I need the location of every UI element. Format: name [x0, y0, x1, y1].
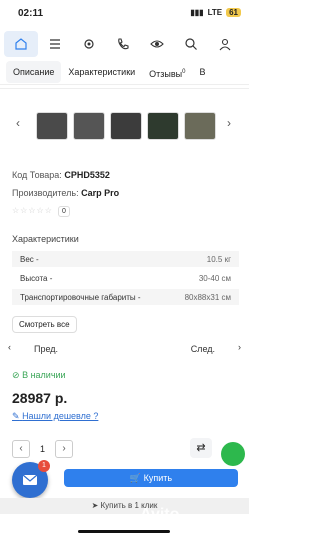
- chat-button[interactable]: [221, 442, 245, 466]
- gallery-thumbnail[interactable]: [184, 112, 216, 140]
- compare-icon: ⇄: [196, 442, 206, 454]
- spec-name: Транспортировочные габариты -: [20, 292, 141, 302]
- found-cheaper-label: Нашли дешевле ?: [22, 411, 99, 421]
- tab-label: Отзывы: [149, 69, 183, 79]
- tab-description[interactable]: Описание: [6, 61, 62, 83]
- menu-icon[interactable]: [38, 31, 72, 57]
- prev-link[interactable]: Пред.: [34, 344, 58, 354]
- tab-specs[interactable]: Характеристики: [61, 61, 142, 83]
- home-indicator: [78, 530, 170, 533]
- spec-row: Транспортировочные габариты - 80x88x31 с…: [12, 289, 239, 305]
- mail-icon: [22, 474, 38, 485]
- buy-label: Купить: [143, 473, 173, 483]
- plus-button[interactable]: ›: [55, 440, 74, 458]
- price: 28987 р.: [12, 390, 68, 406]
- product-pager: ‹ Пред. След. ›: [8, 340, 241, 360]
- spec-value: 80x88x31 см: [184, 292, 231, 302]
- compare-button[interactable]: ⇄: [190, 438, 212, 458]
- gallery-thumbnail[interactable]: [73, 112, 105, 140]
- found-cheaper-link[interactable]: ✎ Нашли дешевле ?: [12, 411, 98, 422]
- status-indicators: ▮▮▮ LTE 61: [190, 8, 241, 17]
- maker-value: Carp Pro: [81, 188, 120, 198]
- gallery-thumbnail[interactable]: [110, 112, 142, 140]
- tab-label: В: [199, 67, 206, 77]
- quantity-value[interactable]: 1: [40, 444, 45, 454]
- megaphone-icon: ✎: [12, 411, 20, 421]
- home-icon[interactable]: [4, 31, 38, 57]
- cart-icon: 🛒: [129, 473, 142, 483]
- product-code-value: CPHD5352: [64, 170, 110, 180]
- battery-badge: 61: [226, 8, 241, 17]
- product-code: Код Товара: CPHD5352: [12, 170, 110, 180]
- reviews-count-badge: 0: [182, 69, 186, 75]
- signal-icon: ▮▮▮: [190, 8, 204, 17]
- gallery-thumbnail[interactable]: [147, 112, 179, 140]
- user-icon[interactable]: [208, 31, 242, 57]
- product-maker: Производитель: Carp Pro: [12, 188, 119, 198]
- message-count-badge: 1: [38, 460, 50, 472]
- search-icon[interactable]: [174, 31, 208, 57]
- tab-more[interactable]: В: [192, 61, 212, 83]
- next-link[interactable]: След.: [191, 344, 215, 354]
- gear-icon[interactable]: [72, 31, 106, 57]
- eye-icon[interactable]: [140, 31, 174, 57]
- spec-value: 30-40 см: [198, 273, 231, 283]
- image-gallery: ‹ ›: [0, 108, 249, 144]
- top-nav: [0, 30, 249, 58]
- see-all-button[interactable]: Смотреть все: [12, 316, 77, 333]
- product-tabs: Описание Характеристики Отзывы0 В: [0, 60, 249, 85]
- rating-count: 0: [58, 206, 70, 217]
- spec-name: Высота -: [20, 273, 53, 283]
- stock-label: В наличии: [22, 370, 66, 380]
- status-time: 02:11: [18, 8, 44, 19]
- phone-icon[interactable]: [106, 31, 140, 57]
- rating-stars[interactable]: ☆☆☆☆☆: [12, 206, 53, 215]
- stock-status: ⊘ В наличии: [12, 370, 66, 381]
- buy-button[interactable]: 🛒 Купить: [64, 469, 238, 487]
- tab-label: Характеристики: [68, 67, 136, 77]
- check-circle-icon: ⊘: [12, 370, 20, 380]
- chevron-right-icon[interactable]: ›: [238, 342, 241, 352]
- status-bar: 02:11 ▮▮▮ LTE 61: [0, 0, 249, 28]
- spec-value: 10.5 кг: [206, 254, 231, 264]
- chevron-right-icon[interactable]: ›: [227, 116, 231, 130]
- spec-row: Высота - 30-40 см: [12, 270, 239, 286]
- spec-name: Вес -: [20, 254, 39, 264]
- tab-label: Описание: [13, 67, 55, 77]
- network-label: LTE: [207, 8, 223, 17]
- chevron-left-icon[interactable]: ‹: [16, 116, 20, 130]
- gallery-thumbnail[interactable]: [36, 112, 68, 140]
- product-code-label: Код Товара:: [12, 170, 62, 180]
- minus-button[interactable]: ‹: [12, 440, 30, 458]
- chevron-left-icon[interactable]: ‹: [8, 342, 11, 352]
- buy-one-click-button[interactable]: ➤ Купить в 1 клик: [0, 498, 249, 514]
- tab-reviews[interactable]: Отзывы0: [142, 61, 192, 83]
- spec-row: Вес - 10.5 кг: [12, 251, 239, 267]
- specs-title: Характеристики: [12, 234, 79, 244]
- maker-label: Производитель:: [12, 188, 79, 198]
- divider: [0, 88, 249, 89]
- cursor-icon: ➤: [91, 501, 99, 510]
- quantity-stepper: ‹ 1 ›: [12, 440, 74, 458]
- avito-watermark: Avito: [140, 506, 180, 523]
